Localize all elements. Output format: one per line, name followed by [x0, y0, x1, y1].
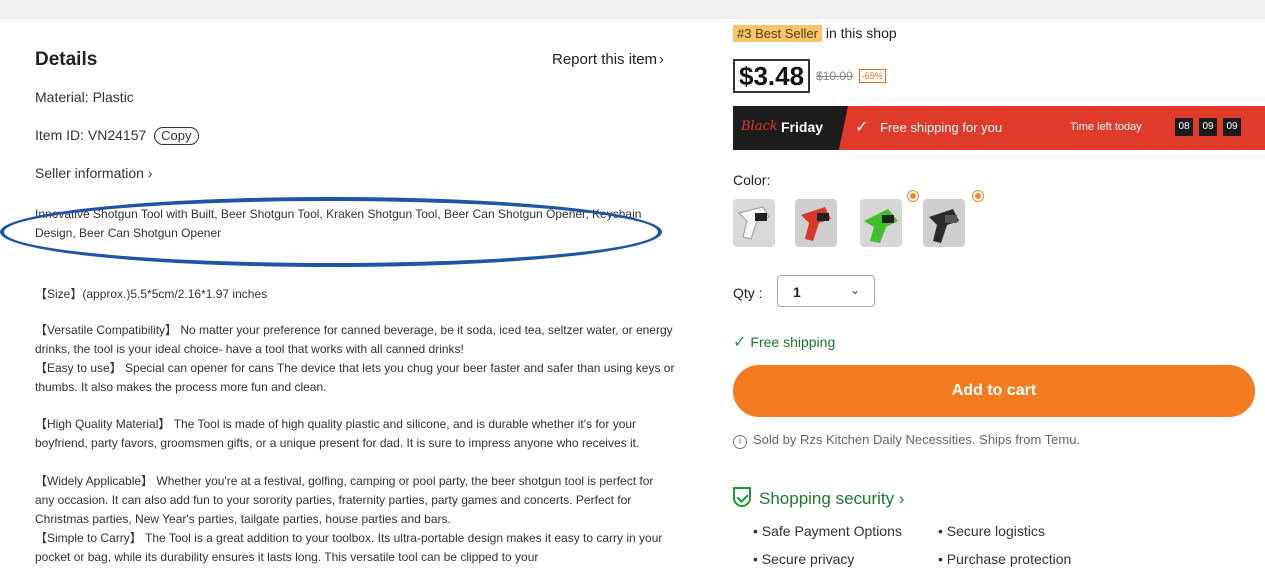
- shield-check-icon: [733, 487, 751, 507]
- info-icon: i: [733, 435, 747, 449]
- product-thumbnail-green: [860, 199, 902, 247]
- item-id-row: Item ID: VN24157 Copy: [35, 127, 199, 145]
- desc-simple: 【Simple to Carry】 The Tool is a great ad…: [35, 531, 663, 564]
- desc-size: 【Size】(approx.)5.5*5cm/2.16*1.97 inches: [35, 287, 268, 301]
- material-info: Material: Plastic: [35, 89, 134, 105]
- details-heading: Details: [35, 49, 98, 70]
- hot-badge-icon: [973, 191, 983, 201]
- security-item: • Safe Payment Options: [753, 523, 902, 539]
- hot-badge-icon: [908, 191, 918, 201]
- current-price: $3.48: [733, 59, 811, 93]
- copy-button[interactable]: Copy: [154, 127, 199, 145]
- free-shipping-row: ✓ Free shipping: [733, 332, 835, 352]
- security-item-label: Purchase protection: [946, 551, 1072, 567]
- security-item: • Secure logistics: [938, 523, 1045, 539]
- product-thumbnail-red: [795, 199, 837, 247]
- security-item-label: Safe Payment Options: [761, 523, 902, 539]
- purchase-panel: #3 Best Seller in this shop $3.48 $10.09…: [705, 19, 1265, 586]
- product-thumbnail-black: [923, 199, 965, 247]
- price-row: $3.48 $10.09 -65%: [733, 59, 886, 93]
- chevron-down-icon: ⌄: [849, 283, 860, 297]
- desc-versatile: 【Versatile Compatibility】 No matter your…: [35, 323, 673, 356]
- black-friday-text: Friday: [781, 119, 824, 135]
- bestseller-suffix: in this shop: [825, 25, 897, 41]
- quantity-value: 1: [793, 284, 801, 300]
- shopping-security-link[interactable]: Shopping security ›: [733, 487, 905, 509]
- quantity-label: Qty :: [733, 285, 763, 301]
- color-swatch-white[interactable]: [733, 199, 775, 247]
- sold-by-row: i Sold by Rzs Kitchen Daily Necessities. …: [733, 432, 1080, 449]
- report-item-link[interactable]: Report this item ›: [552, 51, 664, 68]
- seller-information-label: Seller information: [35, 165, 144, 181]
- color-label: Color:: [733, 172, 771, 188]
- report-item-label: Report this item: [552, 51, 658, 68]
- timer-minutes: 09: [1199, 118, 1217, 136]
- quantity-select[interactable]: 1 ⌄: [777, 275, 875, 307]
- bestseller-badge[interactable]: #3 Best Seller: [733, 25, 822, 42]
- black-friday-banner: Black Friday ✓ Free shipping for you Tim…: [733, 106, 1265, 150]
- item-id-text: Item ID: VN24157: [35, 127, 147, 143]
- product-page: Details Report this item › Material: Plas…: [0, 18, 1265, 586]
- security-item-label: Secure privacy: [761, 551, 855, 567]
- chevron-right-icon: ›: [898, 489, 905, 508]
- black-friday-script-text: Black: [741, 119, 778, 134]
- color-swatch-black[interactable]: [923, 199, 965, 247]
- seller-information-link[interactable]: Seller information ›: [35, 165, 153, 181]
- security-item: • Purchase protection: [938, 551, 1072, 567]
- check-icon: ✓: [855, 119, 869, 136]
- discount-badge: -65%: [858, 69, 886, 83]
- desc-quality: 【High Quality Material】 The Tool is made…: [35, 417, 640, 450]
- desc-widely: 【Widely Applicable】 Whether you're at a …: [35, 474, 654, 526]
- chevron-right-icon: ›: [659, 51, 665, 68]
- security-item-label: Secure logistics: [946, 523, 1045, 539]
- promo-free-shipping: Free shipping for you: [880, 120, 1003, 135]
- product-title-text: Innovative Shotgun Tool with Built, Beer…: [35, 207, 642, 240]
- timer-hours: 08: [1175, 118, 1193, 136]
- product-thumbnail-white: [733, 199, 775, 247]
- timer-seconds: 09: [1223, 118, 1241, 136]
- color-swatch-green[interactable]: [860, 199, 902, 247]
- color-swatch-red[interactable]: [795, 199, 837, 247]
- check-icon: ✓: [733, 334, 747, 351]
- details-panel: Details Report this item › Material: Plas…: [0, 19, 705, 586]
- original-price: $10.09: [816, 69, 853, 83]
- free-shipping-label: Free shipping: [750, 334, 836, 350]
- chevron-right-icon: ›: [147, 165, 153, 181]
- time-left-label: Time left today: [1070, 121, 1142, 133]
- sold-by-text: Sold by Rzs Kitchen Daily Necessities. S…: [753, 432, 1081, 447]
- bestseller-row: #3 Best Seller in this shop: [733, 25, 897, 42]
- add-to-cart-button[interactable]: Add to cart: [733, 365, 1255, 417]
- shopping-security-label: Shopping security: [759, 489, 895, 508]
- desc-easy: 【Easy to use】 Special can opener for can…: [35, 361, 675, 394]
- security-item: • Secure privacy: [753, 551, 855, 567]
